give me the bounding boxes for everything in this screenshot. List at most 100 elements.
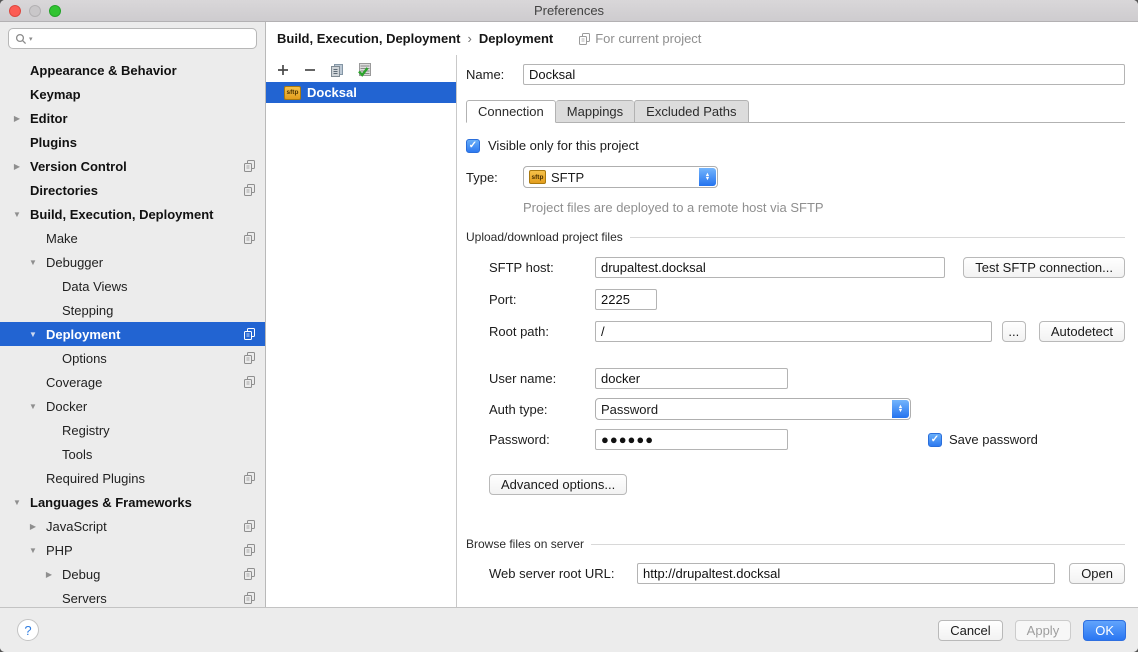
sftp-host-input[interactable] [595, 257, 945, 278]
add-icon[interactable] [275, 62, 291, 78]
sidebar-item-javascript[interactable]: ▶ JavaScript [0, 514, 265, 538]
tree-item-label: Make [46, 231, 78, 246]
help-button[interactable]: ? [17, 619, 39, 641]
sidebar-item-php[interactable]: ▼ PHP [0, 538, 265, 562]
sidebar-item-deployment[interactable]: ▼ Deployment [0, 322, 265, 346]
open-button[interactable]: Open [1069, 563, 1125, 584]
tree-toggle-icon[interactable]: ▼ [8, 498, 26, 507]
type-select[interactable]: sftp SFTP [523, 166, 718, 188]
autodetect-button[interactable]: Autodetect [1039, 321, 1125, 342]
auth-type-label: Auth type: [489, 402, 595, 417]
sidebar-item-options[interactable]: Options [0, 346, 265, 370]
save-password-checkbox[interactable] [928, 433, 942, 447]
name-input[interactable] [523, 64, 1125, 85]
use-as-default-icon[interactable] [356, 62, 372, 78]
browse-section-title: Browse files on server [466, 537, 584, 551]
sidebar-item-required-plugins[interactable]: Required Plugins [0, 466, 265, 490]
project-settings-icon [244, 328, 255, 340]
sidebar-item-stepping[interactable]: Stepping [0, 298, 265, 322]
tree-item-label: Stepping [62, 303, 113, 318]
settings-sidebar: ▾ Appearance & Behavior Keymap ▶ Editor … [0, 22, 266, 607]
advanced-options-button[interactable]: Advanced options... [489, 474, 627, 495]
select-stepper-icon[interactable] [892, 400, 909, 418]
server-item-label: Docksal [307, 85, 357, 100]
breadcrumb-part-current: Deployment [479, 31, 553, 46]
password-input[interactable] [595, 429, 788, 450]
tree-toggle-icon[interactable]: ▶ [8, 162, 26, 171]
project-settings-icon [244, 544, 255, 556]
cancel-button[interactable]: Cancel [938, 620, 1002, 641]
ok-button[interactable]: OK [1083, 620, 1126, 641]
settings-tabs: Connection Mappings Excluded Paths [466, 100, 1125, 123]
tree-item-label: Options [62, 351, 107, 366]
sidebar-item-appearance-behavior[interactable]: Appearance & Behavior [0, 58, 265, 82]
search-options-chevron-icon[interactable]: ▾ [29, 35, 33, 43]
sidebar-item-tools[interactable]: Tools [0, 442, 265, 466]
root-path-input[interactable] [595, 321, 992, 342]
tree-toggle-icon[interactable]: ▶ [40, 570, 58, 579]
tab-connection[interactable]: Connection [466, 100, 556, 123]
auth-type-select[interactable]: Password [595, 398, 911, 420]
copy-icon[interactable] [329, 62, 345, 78]
port-input[interactable] [595, 289, 657, 310]
user-name-input[interactable] [595, 368, 788, 389]
tree-item-label: Registry [62, 423, 110, 438]
search-input[interactable] [35, 30, 250, 47]
sidebar-item-docker[interactable]: ▼ Docker [0, 394, 265, 418]
sidebar-item-make[interactable]: Make [0, 226, 265, 250]
titlebar: Preferences [0, 0, 1138, 22]
sidebar-item-debug[interactable]: ▶ Debug [0, 562, 265, 586]
sidebar-item-plugins[interactable]: Plugins [0, 130, 265, 154]
tree-item-label: Coverage [46, 375, 102, 390]
tree-toggle-icon[interactable]: ▼ [24, 402, 42, 411]
name-label: Name: [466, 67, 523, 82]
sidebar-item-data-views[interactable]: Data Views [0, 274, 265, 298]
sidebar-item-editor[interactable]: ▶ Editor [0, 106, 265, 130]
tree-item-label: Keymap [30, 87, 81, 102]
dialog-footer: ? Cancel Apply OK [0, 607, 1138, 652]
test-sftp-connection-button[interactable]: Test SFTP connection... [963, 257, 1125, 278]
sidebar-item-version-control[interactable]: ▶ Version Control [0, 154, 265, 178]
for-current-project-label: For current project [595, 31, 701, 46]
type-help-text: Project files are deployed to a remote h… [523, 200, 1125, 215]
sidebar-item-servers[interactable]: Servers [0, 586, 265, 607]
settings-search-field[interactable]: ▾ [8, 28, 257, 49]
select-stepper-icon[interactable] [699, 168, 716, 186]
tree-toggle-icon[interactable]: ▶ [24, 522, 42, 531]
browse-root-path-button[interactable]: ... [1002, 321, 1026, 342]
settings-header: Build, Execution, Deployment›Deployment … [266, 22, 1138, 55]
tree-item-label: Required Plugins [46, 471, 145, 486]
tree-toggle-icon[interactable]: ▼ [24, 330, 42, 339]
sidebar-item-languages-frameworks[interactable]: ▼ Languages & Frameworks [0, 490, 265, 514]
project-settings-icon [579, 33, 590, 45]
sidebar-item-build-execution-deployment[interactable]: ▼ Build, Execution, Deployment [0, 202, 265, 226]
tab-excluded-paths[interactable]: Excluded Paths [634, 100, 748, 123]
sidebar-item-directories[interactable]: Directories [0, 178, 265, 202]
root-path-label: Root path: [489, 324, 595, 339]
sidebar-item-keymap[interactable]: Keymap [0, 82, 265, 106]
tree-item-label: Languages & Frameworks [30, 495, 192, 510]
type-label: Type: [466, 170, 523, 185]
sidebar-item-registry[interactable]: Registry [0, 418, 265, 442]
sidebar-item-debugger[interactable]: ▼ Debugger [0, 250, 265, 274]
tree-toggle-icon[interactable]: ▼ [24, 546, 42, 555]
tab-mappings[interactable]: Mappings [556, 100, 634, 123]
apply-button[interactable]: Apply [1015, 620, 1072, 641]
visible-only-checkbox[interactable] [466, 139, 480, 153]
project-settings-icon [244, 232, 255, 244]
project-settings-icon [244, 376, 255, 388]
sidebar-item-coverage[interactable]: Coverage [0, 370, 265, 394]
breadcrumb: Build, Execution, Deployment›Deployment [277, 31, 553, 46]
password-label: Password: [489, 432, 595, 447]
project-settings-icon [244, 472, 255, 484]
tree-toggle-icon[interactable]: ▼ [8, 210, 26, 219]
project-settings-icon [244, 160, 255, 172]
remove-icon[interactable] [302, 62, 318, 78]
type-selected-value: SFTP [551, 170, 584, 185]
project-settings-icon [244, 520, 255, 532]
web-root-input[interactable] [637, 563, 1055, 584]
server-list-item-docksal[interactable]: sftp Docksal [266, 82, 456, 103]
tree-toggle-icon[interactable]: ▶ [8, 114, 26, 123]
preferences-window: Preferences ▾ Appearance & Behavior Keym… [0, 0, 1138, 652]
tree-toggle-icon[interactable]: ▼ [24, 258, 42, 267]
